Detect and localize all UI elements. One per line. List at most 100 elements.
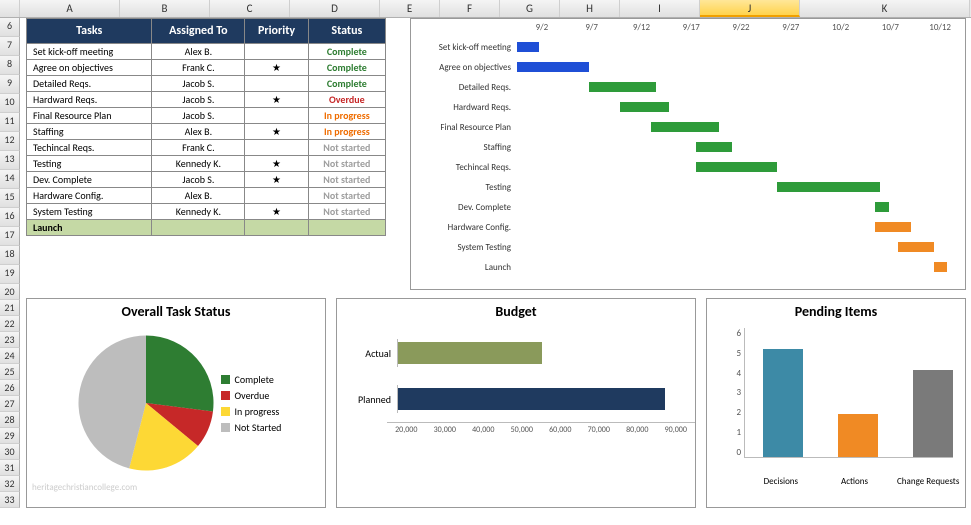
col-header-D[interactable]: D (290, 0, 380, 17)
task-name-cell[interactable]: Hardware Config. (27, 188, 152, 204)
pending-chart-box[interactable]: Pending Items 6543210 DecisionsActionsCh… (706, 298, 966, 508)
status-cell[interactable]: Not started (308, 204, 385, 220)
status-cell[interactable]: In progress (308, 124, 385, 140)
table-row[interactable]: System TestingKennedy K.★Not started (27, 204, 386, 220)
status-cell[interactable]: Not started (308, 156, 385, 172)
task-name-cell[interactable]: Techincal Reqs. (27, 140, 152, 156)
row-header-30[interactable]: 30 (0, 444, 20, 460)
priority-cell[interactable]: ★ (245, 172, 308, 188)
status-cell[interactable]: Overdue (308, 92, 385, 108)
row-header-31[interactable]: 31 (0, 460, 20, 476)
priority-cell[interactable]: ★ (245, 124, 308, 140)
row-header-19[interactable]: 19 (0, 265, 20, 284)
priority-cell[interactable] (245, 108, 308, 124)
table-header[interactable]: Priority (245, 19, 308, 44)
assigned-cell[interactable]: Jacob S. (152, 76, 245, 92)
tasks-table[interactable]: TasksAssigned ToPriorityStatus Set kick-… (26, 18, 386, 236)
column-headers[interactable]: ABCDEFGHIJK (0, 0, 971, 18)
row-header-26[interactable]: 26 (0, 380, 20, 396)
row-header-22[interactable]: 22 (0, 316, 20, 332)
row-header-12[interactable]: 12 (0, 132, 20, 151)
table-header[interactable]: Assigned To (152, 19, 245, 44)
status-cell[interactable]: Complete (308, 60, 385, 76)
priority-cell[interactable]: ★ (245, 60, 308, 76)
row-header-23[interactable]: 23 (0, 332, 20, 348)
table-row[interactable]: Techincal Reqs.Frank C.Not started (27, 140, 386, 156)
table-row[interactable]: Hardward Reqs.Jacob S.★Overdue (27, 92, 386, 108)
row-header-6[interactable]: 6 (0, 18, 20, 37)
row-header-28[interactable]: 28 (0, 412, 20, 428)
status-cell[interactable]: Complete (308, 44, 385, 60)
row-header-16[interactable]: 16 (0, 208, 20, 227)
row-header-8[interactable]: 8 (0, 56, 20, 75)
row-header-15[interactable]: 15 (0, 189, 20, 208)
table-row[interactable]: Set kick-off meetingAlex B. Complete (27, 44, 386, 60)
status-cell[interactable]: Not started (308, 188, 385, 204)
col-header-J[interactable]: J (700, 0, 800, 17)
row-header-29[interactable]: 29 (0, 428, 20, 444)
assigned-cell[interactable]: Alex B. (152, 188, 245, 204)
priority-cell[interactable]: ★ (245, 204, 308, 220)
priority-cell[interactable] (245, 44, 308, 60)
status-cell[interactable]: Not started (308, 172, 385, 188)
col-header-K[interactable]: K (800, 0, 970, 17)
task-name-cell[interactable]: Final Resource Plan (27, 108, 152, 124)
task-name-cell[interactable]: Agree on objectives (27, 60, 152, 76)
col-header-B[interactable]: B (120, 0, 210, 17)
row-header-33[interactable]: 33 (0, 492, 20, 508)
col-header-G[interactable]: G (500, 0, 560, 17)
assigned-cell[interactable]: Jacob S. (152, 92, 245, 108)
row-header-14[interactable]: 14 (0, 170, 20, 189)
priority-cell[interactable]: ★ (245, 156, 308, 172)
table-row[interactable]: Agree on objectivesFrank C.★Complete (27, 60, 386, 76)
pie-chart-box[interactable]: Overall Task Status CompleteOverdueIn pr… (26, 298, 326, 508)
table-row[interactable]: Hardware Config.Alex B. Not started (27, 188, 386, 204)
col-header-F[interactable]: F (440, 0, 500, 17)
row-header-9[interactable]: 9 (0, 75, 20, 94)
gantt-chart[interactable]: 9/29/79/129/179/229/2710/210/710/12 Set … (410, 18, 966, 290)
launch-row[interactable]: Launch (27, 220, 386, 236)
row-header-17[interactable]: 17 (0, 227, 20, 246)
col-header-C[interactable]: C (210, 0, 290, 17)
task-name-cell[interactable]: Detailed Reqs. (27, 76, 152, 92)
priority-cell[interactable]: ★ (245, 92, 308, 108)
priority-cell[interactable] (245, 76, 308, 92)
table-row[interactable]: Detailed Reqs.Jacob S. Complete (27, 76, 386, 92)
assigned-cell[interactable]: Frank C. (152, 140, 245, 156)
row-header-24[interactable]: 24 (0, 348, 20, 364)
assigned-cell[interactable]: Alex B. (152, 44, 245, 60)
priority-cell[interactable] (245, 140, 308, 156)
priority-cell[interactable] (245, 188, 308, 204)
table-row[interactable]: Final Resource PlanJacob S. In progress (27, 108, 386, 124)
table-header[interactable]: Status (308, 19, 385, 44)
row-header-27[interactable]: 27 (0, 396, 20, 412)
assigned-cell[interactable]: Jacob S. (152, 108, 245, 124)
assigned-cell[interactable]: Alex B. (152, 124, 245, 140)
task-name-cell[interactable]: Staffing (27, 124, 152, 140)
status-cell[interactable]: Complete (308, 76, 385, 92)
task-name-cell[interactable]: Testing (27, 156, 152, 172)
grid-area[interactable]: TasksAssigned ToPriorityStatus Set kick-… (20, 18, 971, 525)
row-headers[interactable]: 6789101112131415161718192021222324252627… (0, 18, 20, 508)
assigned-cell[interactable]: Frank C. (152, 60, 245, 76)
budget-chart-box[interactable]: Budget ActualPlanned 20,00030,00040,0005… (336, 298, 696, 508)
col-header-I[interactable]: I (620, 0, 700, 17)
task-name-cell[interactable]: Hardward Reqs. (27, 92, 152, 108)
col-header-H[interactable]: H (560, 0, 620, 17)
task-name-cell[interactable]: Dev. Complete (27, 172, 152, 188)
row-header-21[interactable]: 21 (0, 300, 20, 316)
status-cell[interactable]: In progress (308, 108, 385, 124)
row-header-13[interactable]: 13 (0, 151, 20, 170)
assigned-cell[interactable]: Jacob S. (152, 172, 245, 188)
table-row[interactable]: StaffingAlex B.★In progress (27, 124, 386, 140)
assigned-cell[interactable]: Kennedy K. (152, 156, 245, 172)
col-header-E[interactable]: E (380, 0, 440, 17)
row-header-25[interactable]: 25 (0, 364, 20, 380)
task-name-cell[interactable]: System Testing (27, 204, 152, 220)
table-header[interactable]: Tasks (27, 19, 152, 44)
assigned-cell[interactable]: Kennedy K. (152, 204, 245, 220)
task-name-cell[interactable]: Set kick-off meeting (27, 44, 152, 60)
col-header-A[interactable]: A (20, 0, 120, 17)
row-header-11[interactable]: 11 (0, 113, 20, 132)
row-header-20[interactable]: 20 (0, 284, 20, 300)
